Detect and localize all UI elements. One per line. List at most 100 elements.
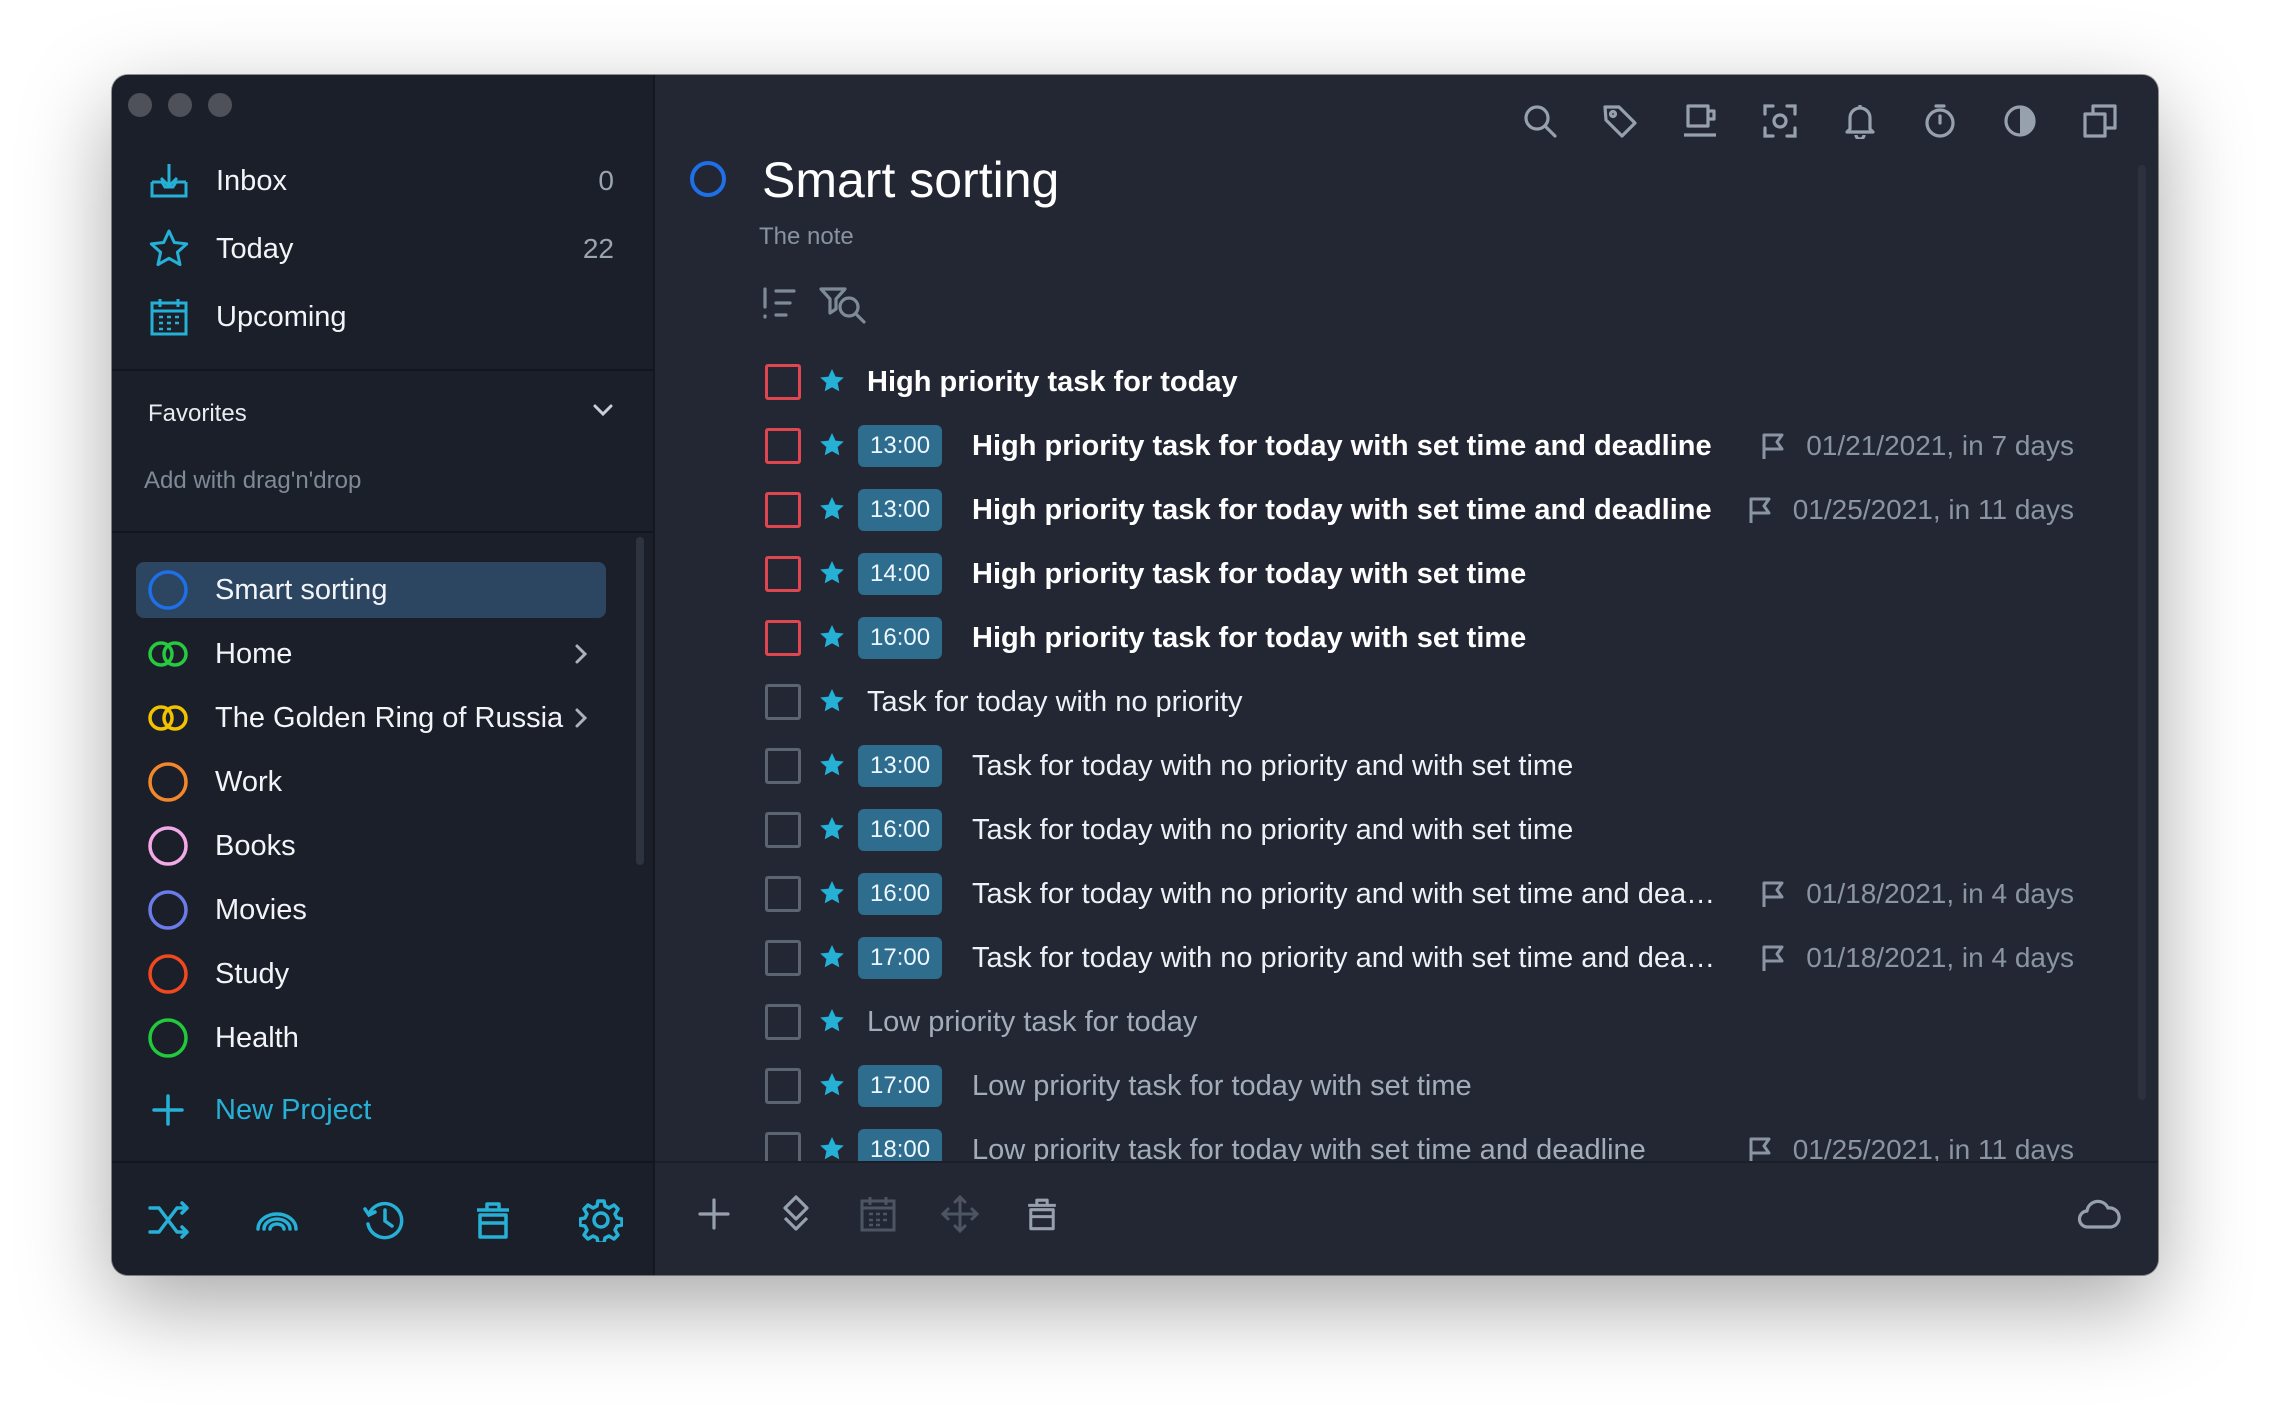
- task-title[interactable]: Task for today with no priority and with…: [972, 874, 1715, 914]
- task-list: High priority task for today 13:00 High pr…: [655, 353, 2158, 1163]
- cloud-sync-icon[interactable]: [2076, 1191, 2122, 1237]
- task-title[interactable]: Low priority task for today: [867, 1002, 1197, 1042]
- task-row[interactable]: 13:00 High priority task for today with s…: [655, 481, 2158, 545]
- contrast-icon[interactable]: [1998, 99, 2042, 143]
- star-icon: [818, 559, 846, 587]
- inbox-icon: [148, 160, 190, 202]
- bell-icon[interactable]: [1838, 99, 1882, 143]
- filter-search-icon[interactable]: [819, 285, 867, 325]
- task-row[interactable]: 17:00 Low priority task for today with se…: [655, 1057, 2158, 1121]
- tag-icon[interactable]: [1598, 99, 1642, 143]
- timer-icon[interactable]: [1918, 99, 1962, 143]
- star-icon: [148, 228, 190, 270]
- project-golden-ring[interactable]: The Golden Ring of Russia: [136, 690, 606, 746]
- task-row[interactable]: 16:00 High priority task for today with s…: [655, 609, 2158, 673]
- new-project-button[interactable]: New Project: [136, 1082, 606, 1138]
- search-icon[interactable]: [1518, 99, 1562, 143]
- trash-icon[interactable]: [470, 1197, 516, 1243]
- sidebar-item-upcoming[interactable]: Upcoming: [148, 287, 618, 347]
- task-deadline: 01/18/2021, in 4 days: [1760, 938, 2074, 978]
- task-checkbox[interactable]: [765, 428, 801, 464]
- plus-icon[interactable]: [691, 1191, 737, 1237]
- task-checkbox[interactable]: [765, 684, 801, 720]
- project-home[interactable]: Home: [136, 626, 606, 682]
- project-health[interactable]: Health: [136, 1010, 606, 1066]
- trash-icon[interactable]: [1019, 1191, 1065, 1237]
- chevron-down-icon[interactable]: [590, 397, 616, 423]
- chevron-right-icon[interactable]: [570, 642, 592, 666]
- task-title[interactable]: High priority task for today with set ti…: [972, 490, 1712, 530]
- sidebar-scrollbar[interactable]: [636, 537, 644, 865]
- task-title[interactable]: High priority task for today with set ti…: [972, 618, 1526, 658]
- project-smart-sorting[interactable]: Smart sorting: [136, 562, 606, 618]
- chevron-right-icon[interactable]: [570, 706, 592, 730]
- task-title[interactable]: Task for today with no priority and with…: [972, 938, 1715, 978]
- task-checkbox[interactable]: [765, 556, 801, 592]
- task-title[interactable]: High priority task for today with set ti…: [972, 554, 1526, 594]
- task-row[interactable]: 18:00 Low priority task for today with se…: [655, 1121, 2158, 1163]
- task-title[interactable]: High priority task for today with set ti…: [972, 426, 1712, 466]
- gear-icon[interactable]: [578, 1197, 624, 1243]
- star-icon: [818, 367, 846, 395]
- history-icon[interactable]: [362, 1197, 408, 1243]
- sort-priority-icon[interactable]: [760, 285, 800, 321]
- project-label: Movies: [215, 893, 307, 926]
- star-icon: [818, 815, 846, 843]
- task-checkbox[interactable]: [765, 748, 801, 784]
- deadline-text: 01/21/2021, in 7 days: [1806, 430, 2074, 461]
- close-window-button[interactable]: [128, 93, 152, 117]
- move-icon[interactable]: [773, 1191, 819, 1237]
- project-books[interactable]: Books: [136, 818, 606, 874]
- project-circle-icon[interactable]: [690, 161, 726, 197]
- copy-window-icon[interactable]: [2078, 99, 2122, 143]
- task-row[interactable]: 17:00 Task for today with no priority and…: [655, 929, 2158, 993]
- task-title[interactable]: Low priority task for today with set tim…: [972, 1066, 1472, 1106]
- minimize-window-button[interactable]: [168, 93, 192, 117]
- time-badge: 17:00: [858, 1065, 943, 1107]
- task-checkbox[interactable]: [765, 876, 801, 912]
- project-note[interactable]: The note: [759, 223, 854, 251]
- star-icon: [818, 687, 846, 715]
- task-title[interactable]: Task for today with no priority: [867, 682, 1243, 722]
- page-title[interactable]: Smart sorting: [762, 151, 1059, 209]
- sidebar-item-inbox[interactable]: Inbox 0: [148, 151, 618, 211]
- task-title[interactable]: Task for today with no priority and with…: [972, 810, 1573, 850]
- task-checkbox[interactable]: [765, 1004, 801, 1040]
- window-controls: [128, 93, 232, 117]
- task-row[interactable]: 13:00 Task for today with no priority and…: [655, 737, 2158, 801]
- project-work[interactable]: Work: [136, 754, 606, 810]
- task-row[interactable]: 16:00 Task for today with no priority and…: [655, 865, 2158, 929]
- calendar-icon[interactable]: [855, 1191, 901, 1237]
- favorites-title[interactable]: Favorites: [148, 400, 247, 428]
- zoom-window-button[interactable]: [208, 93, 232, 117]
- task-row[interactable]: Low priority task for today: [655, 993, 2158, 1057]
- signal-icon[interactable]: [254, 1197, 300, 1243]
- shuffle-icon[interactable]: [146, 1197, 192, 1243]
- task-row[interactable]: 13:00 High priority task for today with s…: [655, 417, 2158, 481]
- task-row[interactable]: 14:00 High priority task for today with s…: [655, 545, 2158, 609]
- task-checkbox[interactable]: [765, 364, 801, 400]
- task-checkbox[interactable]: [765, 940, 801, 976]
- sidebar-item-today[interactable]: Today 22: [148, 219, 618, 279]
- task-checkbox[interactable]: [765, 620, 801, 656]
- focus-icon[interactable]: [1758, 99, 1802, 143]
- task-checkbox[interactable]: [765, 1132, 801, 1163]
- task-row[interactable]: Task for today with no priority: [655, 673, 2158, 737]
- task-checkbox[interactable]: [765, 1068, 801, 1104]
- task-checkbox[interactable]: [765, 492, 801, 528]
- task-checkbox[interactable]: [765, 812, 801, 848]
- task-title[interactable]: Task for today with no priority and with…: [972, 746, 1573, 786]
- drag-icon[interactable]: [937, 1191, 983, 1237]
- flag-icon: [1760, 944, 1796, 972]
- task-title[interactable]: Low priority task for today with set tim…: [972, 1130, 1646, 1163]
- project-study[interactable]: Study: [136, 946, 606, 1002]
- task-row[interactable]: 16:00 Task for today with no priority and…: [655, 801, 2158, 865]
- task-title[interactable]: High priority task for today: [867, 362, 1238, 402]
- task-row[interactable]: High priority task for today: [655, 353, 2158, 417]
- main-scrollbar[interactable]: [2138, 165, 2146, 1100]
- cup-icon[interactable]: [1678, 99, 1722, 143]
- project-movies[interactable]: Movies: [136, 882, 606, 938]
- today-count: 22: [582, 233, 614, 264]
- deadline-text: 01/18/2021, in 4 days: [1806, 942, 2074, 973]
- project-label: Home: [215, 637, 293, 670]
